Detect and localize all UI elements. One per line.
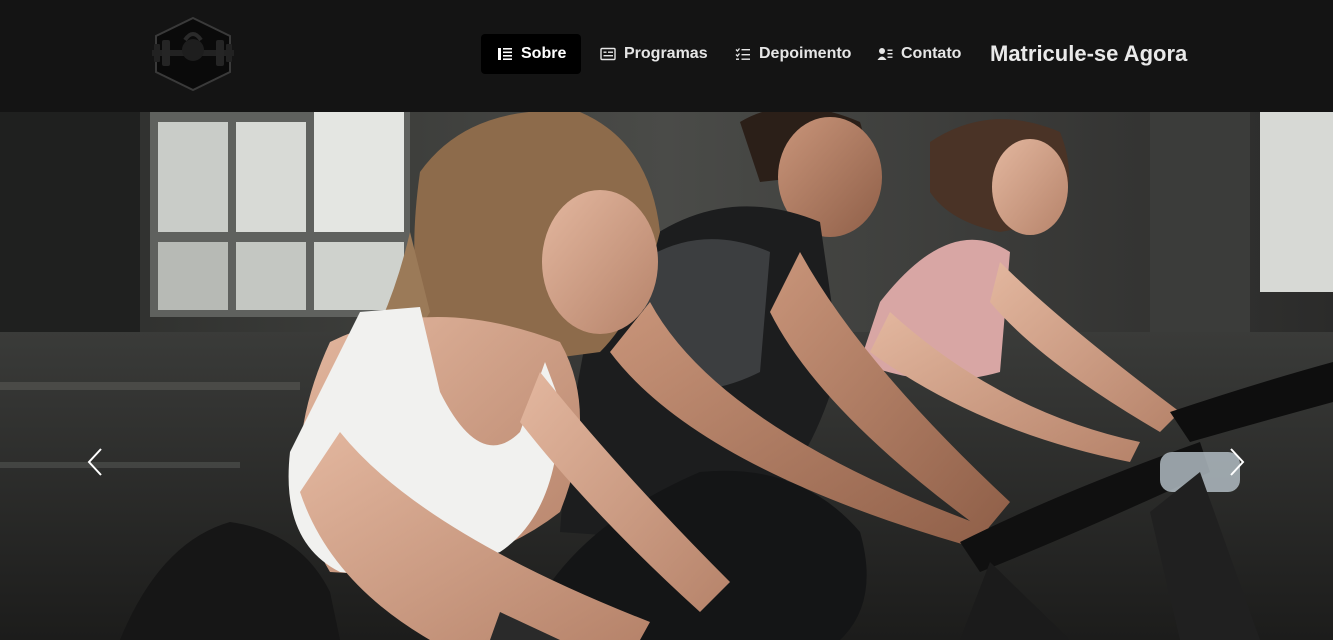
nav-item-sobre[interactable]: Sobre <box>481 34 581 74</box>
carousel-next-button[interactable] <box>1222 442 1252 482</box>
list-icon <box>498 48 512 60</box>
chevron-left-icon <box>87 448 102 476</box>
id-card-icon <box>600 47 616 61</box>
carousel-prev-button[interactable] <box>80 442 110 482</box>
nav-item-contato[interactable]: Contato <box>877 34 961 74</box>
enroll-now-button[interactable]: Matricule-se Agora <box>990 34 1187 74</box>
nav-item-programas[interactable]: Programas <box>600 34 708 74</box>
nav-label-programas: Programas <box>624 45 708 62</box>
kettlebell-logo-icon <box>152 16 234 92</box>
hero-carousel <box>0 112 1333 640</box>
contact-card-icon <box>877 48 893 60</box>
brand-logo[interactable] <box>150 16 236 92</box>
nav-item-depoimento[interactable]: Depoimento <box>735 34 851 74</box>
checklist-icon <box>735 48 750 60</box>
nav-label-contato: Contato <box>901 45 962 62</box>
navbar: Sobre Programas Depoimento Contato Matri… <box>0 0 1333 112</box>
nav-label-depoimento: Depoimento <box>759 45 852 62</box>
nav-label-sobre: Sobre <box>521 45 567 62</box>
chevron-right-icon <box>1230 448 1245 476</box>
hero-image <box>0 112 1333 640</box>
